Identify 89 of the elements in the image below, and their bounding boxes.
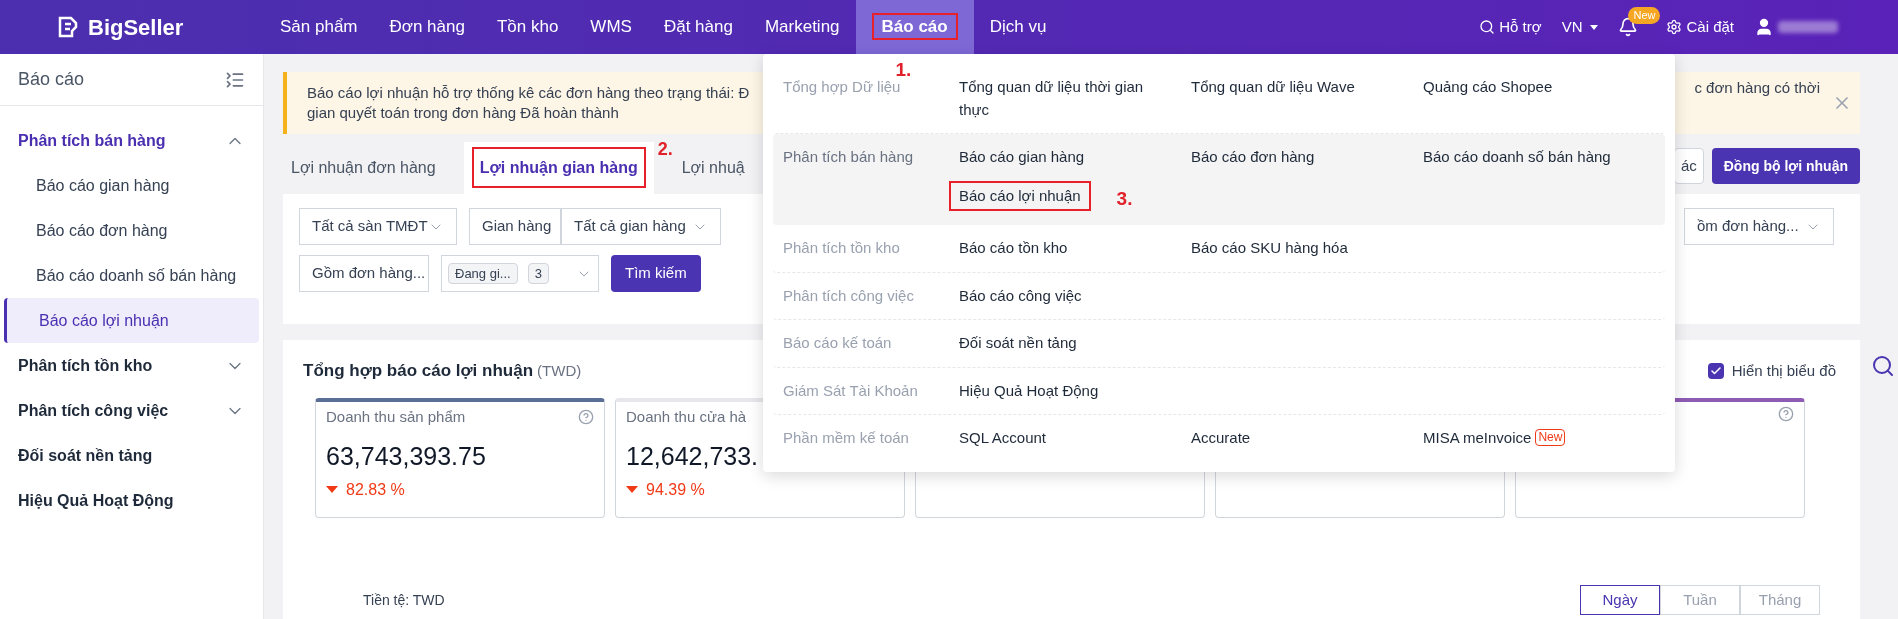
new-badge: New bbox=[1535, 429, 1566, 446]
menu-item[interactable]: Báo cáo gian hàng bbox=[959, 146, 1169, 169]
currency-label: (TWD) bbox=[537, 361, 582, 381]
sync-profit-button[interactable]: Đồng bộ lợi nhuận bbox=[1711, 148, 1860, 184]
menu-item[interactable]: Báo cáo đơn hàng bbox=[1191, 146, 1401, 169]
menu-category: Phần mềm kế toán bbox=[783, 428, 910, 448]
menu-item[interactable]: Báo cáo công việc bbox=[959, 284, 1169, 307]
menu-item[interactable]: SQL Account bbox=[959, 427, 1169, 450]
nav-item[interactable]: Báo cáo bbox=[855, 0, 974, 54]
support-link[interactable]: Hỗ trợ bbox=[1479, 15, 1542, 39]
tab[interactable]: Lợi nhuậ bbox=[673, 142, 753, 194]
menu-category: Phân tích công việc bbox=[783, 285, 915, 306]
down-triangle-icon bbox=[326, 486, 338, 493]
tab[interactable]: Lợi nhuận đơn hàng bbox=[283, 142, 444, 194]
sidebar-item[interactable]: Báo cáo doanh số bán hàng bbox=[4, 253, 259, 298]
annotation-number: 2. bbox=[657, 138, 673, 161]
check-icon bbox=[1709, 364, 1722, 377]
sidebar-item[interactable]: Báo cáo gian hàng bbox=[4, 163, 259, 208]
menu-item[interactable]: Tổng quan dữ liệu thời gian thực bbox=[959, 76, 1169, 121]
sidebar-group[interactable]: Phân tích tồn kho bbox=[0, 343, 263, 388]
metric-value: 12,642,733. bbox=[626, 441, 760, 472]
metric-label: Doanh thu sản phẩm bbox=[326, 406, 466, 427]
checkbox[interactable] bbox=[1707, 362, 1724, 379]
menu-item[interactable]: Đối soát nền tảng bbox=[959, 332, 1169, 355]
search-button[interactable]: Tìm kiếm bbox=[611, 255, 701, 292]
action-button[interactable]: ác bbox=[1673, 148, 1704, 184]
menu-item[interactable]: Accurate bbox=[1191, 427, 1401, 450]
multi-select-field[interactable]: Đang gi... 3 bbox=[441, 255, 599, 292]
banner-text: Báo cáo lợi nhuận hỗ trợ thống kê các đơn hàng theo trạng thái: Đ bbox=[307, 83, 750, 103]
language-select[interactable]: VN bbox=[1561, 15, 1599, 39]
down-triangle-icon bbox=[626, 486, 638, 493]
select-field[interactable]: Gồm đơn hàng... bbox=[299, 255, 429, 292]
settings-link[interactable]: Cài đặt bbox=[1666, 15, 1734, 39]
blurred-username bbox=[1778, 21, 1838, 33]
select-field[interactable]: Tất cả sàn TMĐT bbox=[299, 208, 457, 245]
metric-change: 94.39 % bbox=[646, 479, 705, 500]
sidebar-item[interactable]: Báo cáo đơn hàng bbox=[4, 208, 259, 253]
annotation-number: 3. bbox=[1116, 186, 1133, 211]
help-icon bbox=[1778, 405, 1794, 422]
nav-item[interactable]: Marketing bbox=[748, 0, 856, 54]
tag-count: 3 bbox=[527, 262, 549, 285]
sidebar-group[interactable]: Hiệu Quả Hoạt Động bbox=[0, 478, 263, 523]
menu-category: Giám Sát Tài Khoản bbox=[783, 380, 919, 401]
sidebar-group[interactable]: Phân tích công việc bbox=[0, 388, 263, 433]
menu-item[interactable]: Báo cáo doanh số bán hàng bbox=[1423, 146, 1633, 169]
sidebar-group[interactable]: Phân tích bán hàng bbox=[0, 118, 263, 163]
metric-change: 82.83 % bbox=[346, 479, 405, 500]
metric-value: 63,743,393.75 bbox=[326, 441, 487, 472]
sidebar-group[interactable]: Đối soát nền tảng bbox=[0, 433, 263, 478]
menu-category: Phân tích bán hàng bbox=[783, 147, 915, 167]
currency-label: Tiền tệ: TWD bbox=[363, 590, 445, 610]
sidebar-item[interactable]: Báo cáo lợi nhuận bbox=[4, 298, 259, 343]
checkbox-label: Hiển thị biểu đồ bbox=[1731, 360, 1836, 381]
nav-item[interactable]: Sản phẩm bbox=[264, 0, 374, 54]
search-icon bbox=[1479, 19, 1496, 35]
period-tab[interactable]: Ngày bbox=[1580, 585, 1660, 615]
sidebar-title: Báo cáo bbox=[18, 68, 85, 91]
menu-item[interactable]: MISA meInvoice bbox=[1423, 427, 1532, 450]
nav-item[interactable]: Đơn hàng bbox=[373, 0, 481, 54]
nav-item[interactable]: Tồn kho bbox=[480, 0, 575, 54]
new-badge: New bbox=[1628, 7, 1661, 24]
tab[interactable]: Lợi nhuận gian hàng bbox=[463, 142, 654, 194]
menu-item[interactable]: Hiệu Quả Hoạt Động bbox=[959, 379, 1169, 402]
nav-item[interactable]: Đặt hàng bbox=[647, 0, 749, 54]
menu-item[interactable]: Báo cáo tồn kho bbox=[959, 237, 1169, 260]
nav-item[interactable]: WMS bbox=[574, 0, 648, 54]
metric-label: Doanh thu cửa hà bbox=[626, 406, 747, 427]
nav-item[interactable]: Dịch vụ bbox=[973, 0, 1063, 54]
settings-icon bbox=[1666, 19, 1683, 35]
menu-item[interactable]: Quảng cáo Shopee bbox=[1423, 76, 1633, 99]
banner-text: gian quyết toán trong đơn hàng Đã hoàn thành bbox=[307, 103, 620, 123]
caret-icon bbox=[1590, 24, 1599, 30]
menu-item[interactable]: Tổng quan dữ liệu Wave bbox=[1191, 76, 1401, 99]
menu-item[interactable]: Báo cáo SKU hàng hóa bbox=[1191, 237, 1401, 260]
menu-category: Báo cáo kế toán bbox=[783, 333, 893, 353]
select-field[interactable]: Gian hàng bbox=[469, 208, 561, 245]
collapse-icon[interactable] bbox=[225, 69, 245, 90]
user-icon[interactable] bbox=[1754, 17, 1774, 37]
logo-text: BigSeller bbox=[88, 13, 184, 42]
logo-icon bbox=[56, 15, 80, 39]
menu-category: Phân tích tồn kho bbox=[783, 238, 901, 258]
notification-bell-icon[interactable] bbox=[1618, 17, 1639, 37]
selected-tag: Đang gi... bbox=[448, 262, 518, 285]
search-icon[interactable] bbox=[1871, 354, 1895, 378]
banner-text: c đơn hàng có thời bbox=[1694, 78, 1820, 98]
select-field[interactable]: Tất cả gian hàng bbox=[561, 208, 721, 245]
select-field[interactable]: ồm đơn hàng... bbox=[1684, 208, 1834, 245]
section-title: Tổng hợp báo cáo lợi nhuận bbox=[303, 360, 534, 382]
help-icon bbox=[578, 408, 594, 425]
